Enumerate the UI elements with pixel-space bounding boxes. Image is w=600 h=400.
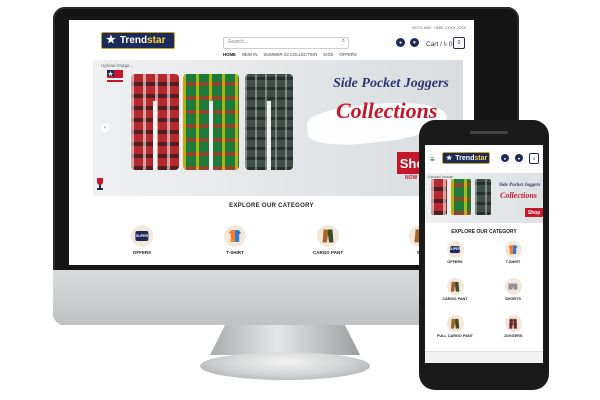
mobile-jogger-red [431, 179, 447, 215]
nav-item-home[interactable]: HOME [223, 52, 236, 60]
plaid-jogger-red [131, 74, 179, 170]
explore-heading: EXPLORE OUR CATEGORY [229, 203, 314, 209]
mobile-category-offers[interactable]: SUPER OFFERS [435, 241, 475, 264]
mobile-category-label: OFFERS [447, 260, 463, 264]
category-label: CARGO PANT [313, 250, 343, 255]
mobile-category-image [504, 278, 522, 295]
plaid-jogger-green [183, 74, 239, 170]
plaid-jogger-grey [245, 74, 293, 170]
mobile-category-tshirt[interactable]: T-SHIRT [493, 241, 533, 264]
mobile-wishlist-icon[interactable]: ♥ [515, 154, 523, 162]
tshirt-icon [228, 229, 242, 243]
mobile-jogger-green [451, 179, 471, 215]
hotline-text: HOTLINE: +880 1XXX-XXX [412, 25, 466, 30]
category-offers[interactable]: SUPER OFFERS [121, 225, 163, 255]
hero-banner[interactable]: Upload Image... Side Pocket Joggers Coll… [93, 60, 463, 196]
monitor-stand-neck [210, 325, 360, 355]
nav-item-offers[interactable]: OFFERS [339, 52, 356, 60]
brand-name-prefix: Trend [119, 35, 148, 46]
mobile-user-icon[interactable]: ● [501, 154, 509, 162]
category-tshirt[interactable]: T-SHIRT [214, 225, 256, 255]
mobile-shop-button[interactable]: Shop [525, 208, 543, 217]
mobile-category-image: SUPER [446, 241, 464, 258]
banner-prev-arrow[interactable]: ‹ [101, 124, 109, 132]
brand-name-prefix: Trend [455, 154, 475, 162]
mobile-category-label: SHORTS [505, 297, 521, 301]
monitor-stand-base [200, 352, 370, 380]
category-cargo-pant[interactable]: CARGO PANT [307, 225, 349, 255]
search-icon[interactable]: ⌕ [342, 38, 345, 45]
cart-label[interactable]: Cart / ৳ 0 [426, 39, 452, 50]
mobile-banner-title2: Collections [500, 191, 537, 200]
trophy-icon [97, 178, 103, 190]
nav-item-new-in[interactable]: NEW IN [242, 52, 258, 60]
brand-logo[interactable]: ★ Trendstar [101, 32, 175, 49]
nav-item-kids[interactable]: KIDS [323, 52, 333, 60]
mobile-category-joggers[interactable]: JOGGERS [493, 315, 533, 338]
banner-upload-text: Upload Image... [101, 63, 134, 68]
tshirt-icon [508, 244, 518, 255]
mobile-category-image [504, 315, 522, 332]
nav-item-summer-collection[interactable]: SUMMER-23 COLLECTION [263, 52, 317, 60]
brand-name-suffix: star [147, 35, 166, 46]
mobile-category-shorts[interactable]: SHORTS [493, 278, 533, 301]
shop-now-sub: NOW [405, 175, 418, 181]
super-badge-icon: SUPER [135, 231, 149, 241]
joggers-icon [508, 318, 518, 329]
cart-count-badge[interactable]: 0 [453, 37, 465, 49]
hamburger-menu-icon[interactable]: ≡ [430, 155, 435, 164]
cargo-pant-icon [450, 281, 460, 292]
desktop-screen: HOTLINE: +880 1XXX-XXX ★ Trendstar Searc… [69, 20, 474, 265]
wishlist-heart-icon[interactable]: ♥ [410, 38, 419, 47]
category-label: T-SHIRT [226, 250, 244, 255]
mobile-category-cargo[interactable]: CARGO PANT [435, 278, 475, 301]
mobile-hero-banner[interactable]: Upload Image... Side Pocket Joggers Coll… [425, 173, 543, 223]
mobile-screen: ≡ ★ Trendstar ● ♥ 0 Upload Image... Side… [425, 145, 543, 363]
category-cargo-image [317, 225, 339, 247]
brand-name-suffix: star [474, 154, 488, 162]
star-icon: ★ [446, 155, 453, 162]
mobile-category-full-cargo[interactable]: FULL CARGO PANT [435, 315, 475, 338]
user-icon[interactable]: ● [396, 38, 405, 47]
mobile-cart-icon[interactable]: 0 [529, 153, 539, 164]
mobile-category-label: CARGO PANT [442, 297, 468, 301]
mobile-banner-title1: Side Pocket Joggers [499, 183, 541, 188]
cargo-pant-icon [322, 229, 334, 243]
mobile-brand-logo[interactable]: ★ Trendstar [442, 152, 490, 164]
mobile-explore-heading: EXPLORE OUR CATEGORY [451, 229, 517, 235]
category-offers-image: SUPER [131, 225, 153, 247]
banner-title-line1: Side Pocket Joggers [333, 76, 449, 91]
star-icon: ★ [106, 34, 116, 46]
phone-speaker [470, 131, 508, 134]
mobile-category-label: FULL CARGO PANT [437, 334, 473, 338]
super-badge-icon: SUPER [448, 245, 462, 254]
flag-star-icon [107, 70, 123, 82]
search-input[interactable]: Search... ⌕ [223, 37, 349, 49]
mobile-category-image [446, 278, 464, 295]
category-tshirt-image [224, 225, 246, 247]
mobile-category-image [446, 315, 464, 332]
banner-title-line2: Collections [336, 98, 438, 123]
mobile-category-label: JOGGERS [503, 334, 523, 338]
mobile-category-image [504, 241, 522, 258]
mobile-category-label: T-SHIRT [505, 260, 521, 264]
search-placeholder: Search... [228, 39, 249, 45]
full-cargo-icon [450, 318, 460, 329]
category-label: OFFERS [132, 250, 152, 255]
mobile-jogger-grey [475, 179, 491, 215]
mobile-bottom-bar [425, 351, 543, 363]
main-nav: HOME NEW IN SUMMER-23 COLLECTION KIDS OF… [223, 52, 357, 60]
shorts-icon [508, 283, 518, 290]
